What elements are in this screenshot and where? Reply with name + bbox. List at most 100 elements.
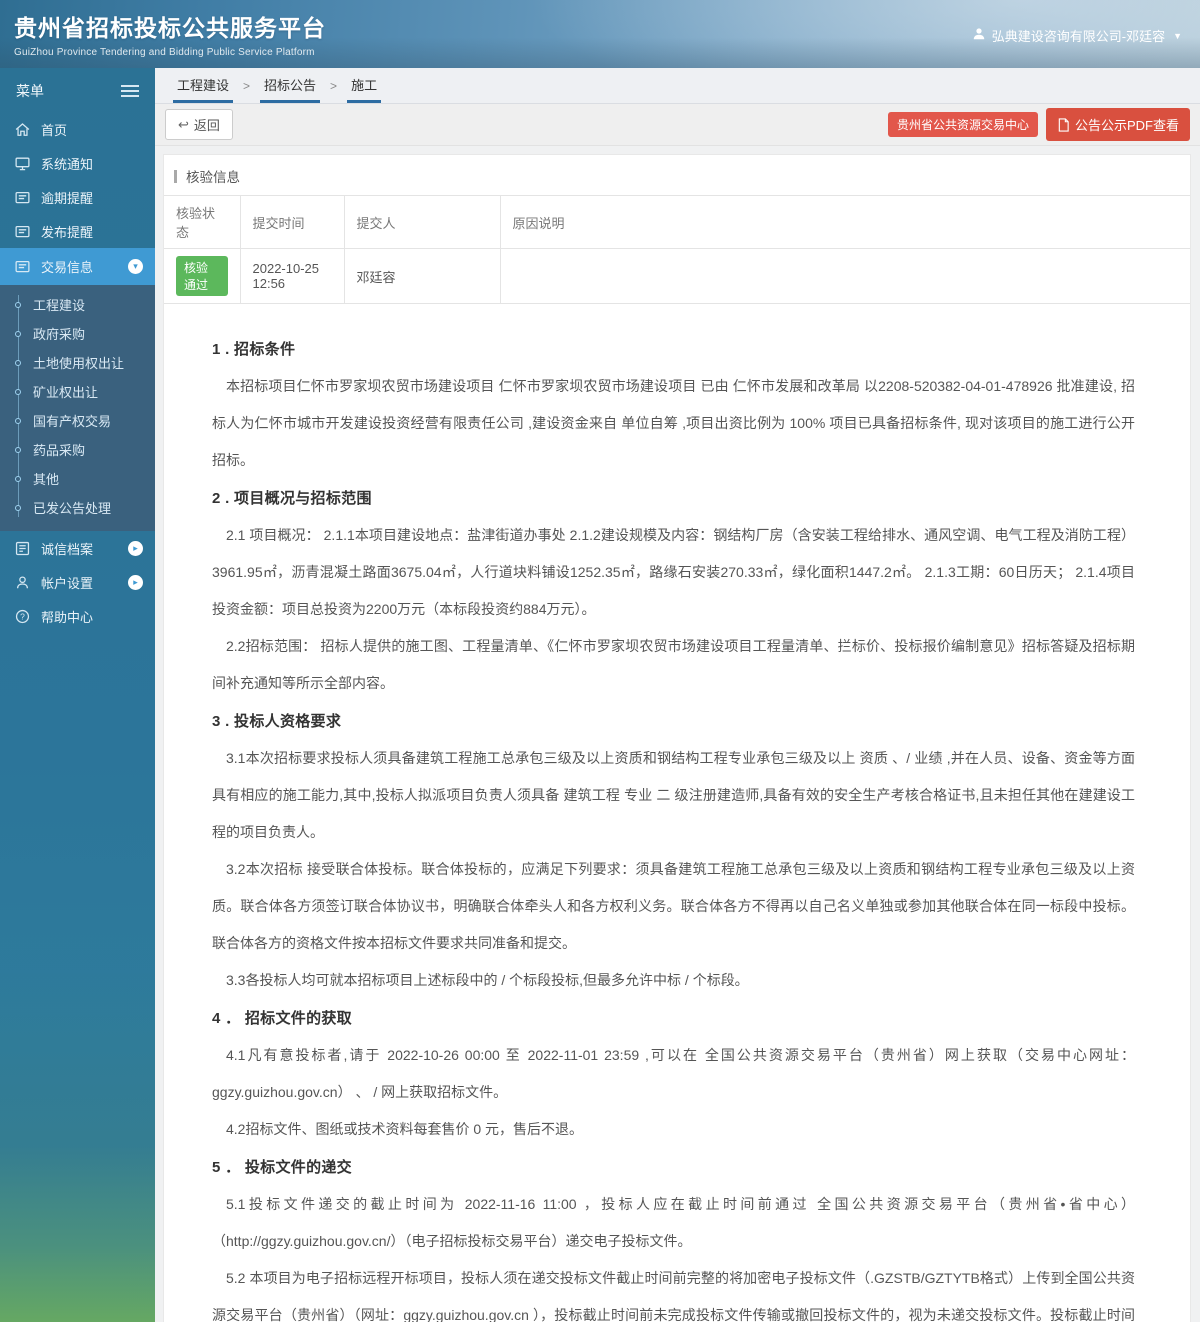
sidebar-item-label: 首页 xyxy=(41,122,68,138)
breadcrumb-item[interactable]: 工程建设 xyxy=(173,68,234,103)
sidebar-subitem-label: 政府采购 xyxy=(33,327,86,342)
sidebar-subitem-other[interactable]: 其他 xyxy=(0,464,155,493)
help-icon: ? xyxy=(14,608,31,625)
app-title: 贵州省招标投标公共服务平台 xyxy=(14,15,326,41)
sidebar-subitem-label: 已发公告处理 xyxy=(33,501,112,516)
verify-col-person: 提交人 xyxy=(344,195,501,249)
verify-table: 核验状态 提交时间 提交人 原因说明 核验通过 2022-10-25 12:56… xyxy=(164,195,1190,304)
sidebar-subitem-label: 土地使用权出让 xyxy=(33,356,125,371)
submit-person: 邓廷容 xyxy=(344,248,501,304)
status-badge: 核验通过 xyxy=(176,256,228,296)
back-button-label: 返回 xyxy=(193,118,220,133)
verify-section-title: 核验信息 xyxy=(164,155,1190,195)
paragraph: 4.2招标文件、图纸或技术资料每套售价 0 元，售后不退。 xyxy=(226,1121,584,1137)
verify-col-reason: 原因说明 xyxy=(500,195,1190,249)
paragraph: 2.2招标范围： 招标人提供的施工图、工程量清单、《仁怀市罗家坝农贸市场建设项目… xyxy=(212,638,1135,691)
sidebar-subitem-label: 工程建设 xyxy=(33,298,86,313)
bullet-icon xyxy=(15,504,21,511)
bullet-icon xyxy=(15,301,21,308)
sidebar-subitem-label: 其他 xyxy=(33,472,60,487)
sidebar-item-publish-reminder[interactable]: 发布提醒 xyxy=(0,214,155,248)
bullet-icon xyxy=(15,475,21,482)
paragraph: 5.2 本项目为电子招标远程开标项目，投标人须在递交投标文件截止时间前完整的将加… xyxy=(212,1270,1135,1322)
pdf-file-icon xyxy=(1058,117,1069,132)
sidebar-items: 首页系统通知逾期提醒发布提醒交易信息 ▾ 工程建设政府采购土地使用权出让 矿业权出让国… xyxy=(0,112,155,633)
chevron-right-icon: ▸ xyxy=(128,574,143,590)
verify-col-time: 提交时间 xyxy=(240,195,345,249)
sidebar-subitem-government-procurement[interactable]: 政府采购 xyxy=(0,319,155,348)
chevron-down-icon: ▾ xyxy=(128,259,143,274)
breadcrumb-item[interactable]: 招标公告 xyxy=(260,68,321,103)
table-row: 核验通过 2022-10-25 12:56 邓廷容 xyxy=(164,248,1190,304)
sidebar-subitem-state-property[interactable]: 国有产权交易 xyxy=(0,406,155,435)
back-button[interactable]: ↩ 返回 xyxy=(165,109,233,140)
sidebar-subitem-label: 国有产权交易 xyxy=(33,414,112,429)
notice-icon xyxy=(14,258,31,275)
paragraph: 3.1本次招标要求投标人须具备建筑工程施工总承包三级及以上资质和钢结构工程专业承… xyxy=(212,750,1135,840)
paragraph: 本招标项目仁怀市罗家坝农贸市场建设项目 仁怀市罗家坝农贸市场建设项目 已由 仁怀… xyxy=(212,378,1135,468)
verify-col-status: 核验状态 xyxy=(164,195,241,249)
sidebar-item-help-center[interactable]: ? 帮助中心 xyxy=(0,599,155,633)
sidebar-subitem-label: 矿业权出让 xyxy=(33,385,99,400)
document-body: 1 . 招标条件本招标项目仁怀市罗家坝农贸市场建设项目 仁怀市罗家坝农贸市场建设… xyxy=(164,304,1190,1322)
sidebar-item-account-settings[interactable]: 帐户设置 ▸ xyxy=(0,565,155,599)
sidebar-item-label: 帮助中心 xyxy=(41,609,94,625)
exchange-center-button[interactable]: 贵州省公共资源交易中心 xyxy=(887,112,1038,137)
paragraph: 3.3各投标人均可就本招标项目上述标段中的 / 个标段投标,但最多允许中标 / … xyxy=(226,972,749,988)
app-header: 贵州省招标投标公共服务平台 GuiZhou Province Tendering… xyxy=(0,0,1200,68)
notice-icon xyxy=(14,223,31,240)
section-heading: 1 . 招标条件 xyxy=(212,341,296,358)
main-area: 工程建设 > 招标公告 > 施工 ↩ 返回 贵州省公共资源交易中心 公告公示PDF查看 … xyxy=(155,68,1200,1322)
sidebar: 菜单 首页系统通知逾期提醒发布提醒交易信息 ▾ 工程建设政府采购土地使用权出让 矿业权… xyxy=(0,68,155,1322)
sidebar-item-home[interactable]: 首页 xyxy=(0,112,155,146)
sidebar-subitem-construction[interactable]: 工程建设 xyxy=(0,290,155,319)
paragraph: 5.1投标文件递交的截止时间为 2022-11-16 11:00 ，投标人应在截… xyxy=(212,1196,1135,1249)
sidebar-item-label: 系统通知 xyxy=(41,156,94,172)
sidebar-subitem-drug-procurement[interactable]: 药品采购 xyxy=(0,435,155,464)
paragraph: 3.2本次招标 接受联合体投标。联合体投标的，应满足下列要求：须具备建筑工程施工… xyxy=(212,861,1135,951)
notice-icon xyxy=(14,189,31,206)
sidebar-item-label: 帐户设置 xyxy=(41,575,94,591)
home-icon xyxy=(14,121,31,138)
paragraph: 2.1 项目概况： 2.1.1本项目建设地点：盐津街道办事处 2.1.2建设规模… xyxy=(212,527,1135,617)
sidebar-item-credit-archive[interactable]: 诚信档案 ▸ xyxy=(0,531,155,565)
sidebar-item-label: 诚信档案 xyxy=(41,541,94,557)
bullet-icon xyxy=(15,330,21,337)
section-heading: 3 . 投标人资格要求 xyxy=(212,713,342,730)
sidebar-submenu: 工程建设政府采购土地使用权出让 矿业权出让国有产权交易药品采购其他已发公告处理 xyxy=(0,285,155,531)
person-icon xyxy=(14,574,31,591)
hamburger-icon[interactable] xyxy=(121,85,139,87)
list-icon xyxy=(14,540,31,557)
user-menu[interactable]: 弘典建设咨询有限公司-邓廷容 ▼ xyxy=(972,26,1182,45)
sidebar-item-overdue-reminder[interactable]: 逾期提醒 xyxy=(0,180,155,214)
user-icon xyxy=(972,27,986,44)
menu-label: 菜单 xyxy=(16,83,44,99)
bullet-icon xyxy=(15,388,21,395)
user-name: 弘典建设咨询有限公司-邓廷容 xyxy=(991,29,1166,44)
submit-time: 2022-10-25 12:56 xyxy=(240,248,345,304)
monitor-icon xyxy=(14,155,31,172)
sidebar-item-system-notice[interactable]: 系统通知 xyxy=(0,146,155,180)
sidebar-item-label: 发布提醒 xyxy=(41,224,94,240)
app-subtitle: GuiZhou Province Tendering and Bidding P… xyxy=(14,47,315,58)
svg-text:?: ? xyxy=(20,611,25,621)
sidebar-item-label: 交易信息 xyxy=(41,260,94,275)
pdf-view-button-label: 公告公示PDF查看 xyxy=(1074,118,1179,133)
sidebar-subitem-mining-right[interactable]: 矿业权出让 xyxy=(0,377,155,406)
sidebar-subitem-land-use-right[interactable]: 土地使用权出让 xyxy=(0,348,155,377)
bullet-icon xyxy=(15,417,21,424)
chevron-right-icon: ▸ xyxy=(128,540,143,556)
breadcrumb: 工程建设 > 招标公告 > 施工 xyxy=(155,68,1200,104)
sidebar-subitem-published-notice[interactable]: 已发公告处理 xyxy=(0,493,155,522)
breadcrumb-separator: > xyxy=(330,78,338,93)
back-icon: ↩ xyxy=(178,116,189,132)
content-panel: 核验信息 核验状态 提交时间 提交人 原因说明 核验通过 2022-10-25 … xyxy=(163,154,1191,1322)
sidebar-item-trade-info[interactable]: 交易信息 ▾ xyxy=(0,248,155,285)
bullet-icon xyxy=(15,359,21,366)
sidebar-item-label: 逾期提醒 xyxy=(41,190,94,206)
reason-cell xyxy=(500,248,1190,304)
breadcrumb-separator: > xyxy=(243,78,251,93)
breadcrumb-item[interactable]: 施工 xyxy=(347,68,382,103)
section-heading: 5 ． 投标文件的递交 xyxy=(212,1159,352,1176)
pdf-view-button[interactable]: 公告公示PDF查看 xyxy=(1045,108,1190,141)
